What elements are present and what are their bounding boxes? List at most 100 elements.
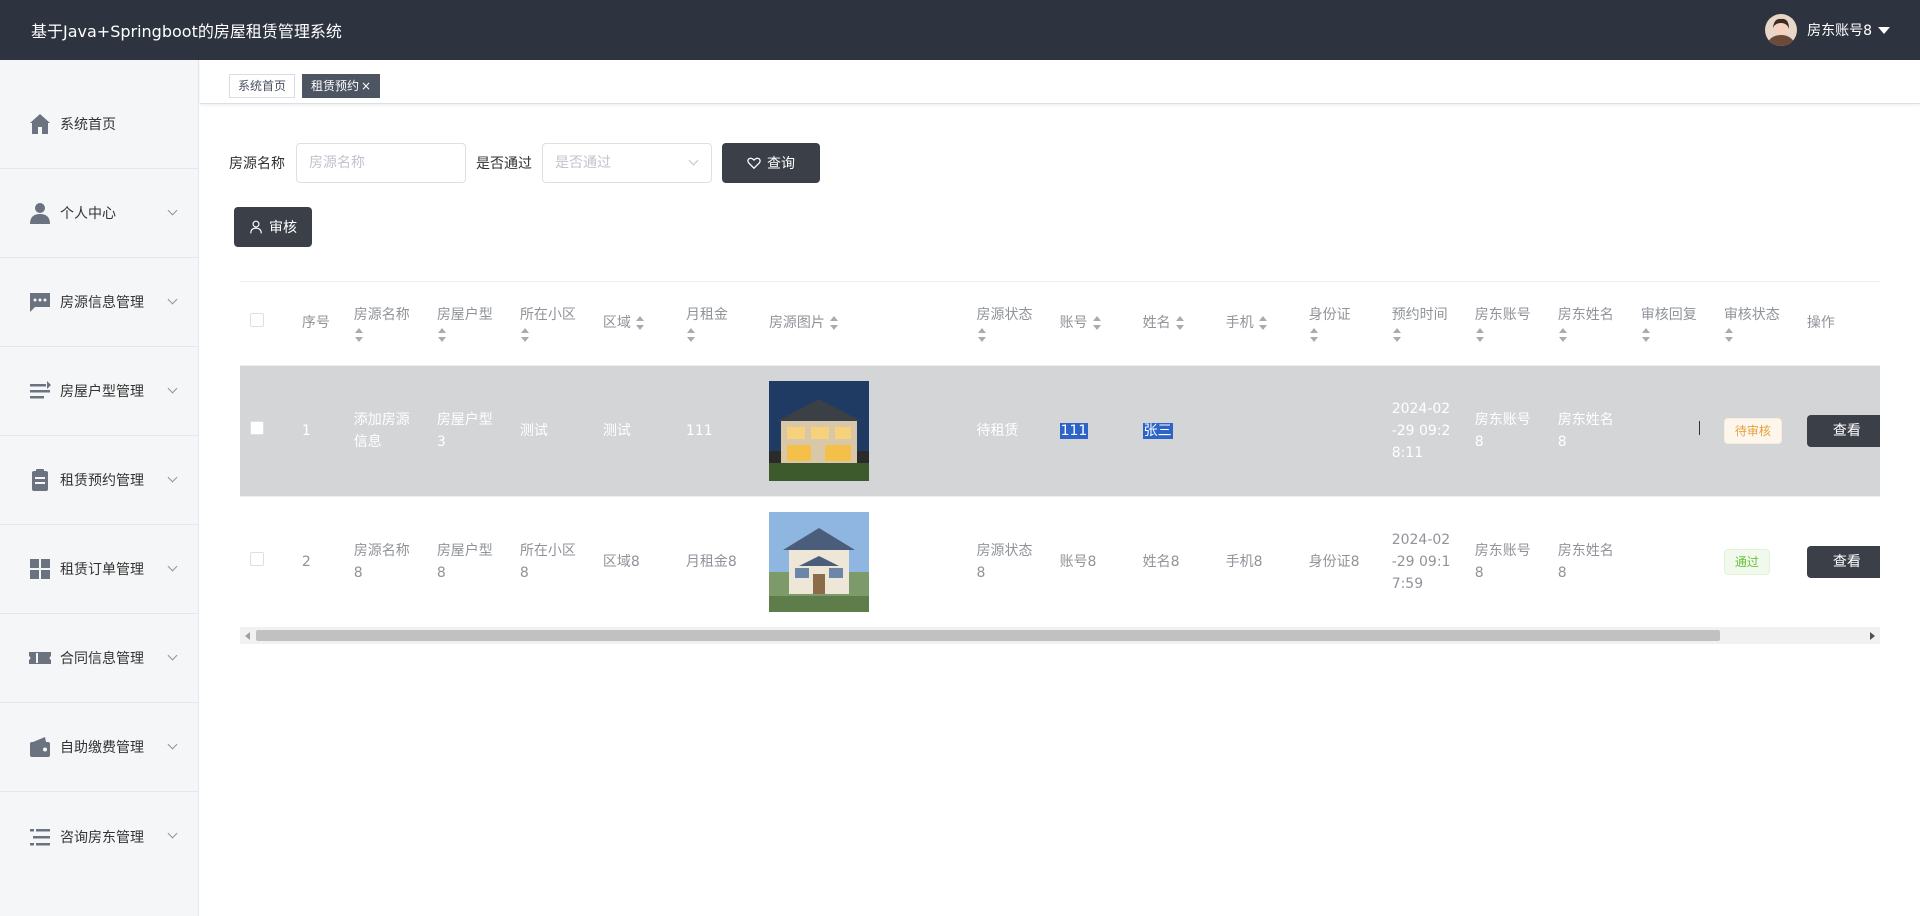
cell-status: 房源状态8: [966, 496, 1050, 628]
table-header[interactable]: 审核状态: [1713, 282, 1797, 366]
table-header[interactable]: 审核回复: [1630, 282, 1714, 366]
table-header[interactable]: 区域: [592, 282, 676, 366]
user-menu[interactable]: 房东账号8: [1765, 14, 1890, 46]
sort-icon[interactable]: [1724, 328, 1734, 343]
header-label: 账号: [1059, 315, 1088, 332]
view-button[interactable]: 查看: [1806, 414, 1880, 447]
data-table: 序号 房源名称 房屋户型 所在小区 区域 月租金 房源图片 房源状态 账号 姓名…: [240, 281, 1880, 644]
scroll-left-icon[interactable]: [245, 632, 250, 640]
sort-icon[interactable]: [1641, 328, 1651, 343]
sort-icon[interactable]: [1309, 328, 1319, 343]
table-row[interactable]: 1 添加房源信息 房屋户型3 测试 测试 111 待租赁 111 张三 2024…: [240, 365, 1880, 497]
sort-icon[interactable]: [1475, 328, 1485, 343]
cell-person: 姓名8: [1132, 496, 1216, 628]
cell-community: 所在小区8: [509, 496, 593, 628]
pass-select[interactable]: 是否通过: [542, 143, 712, 183]
sidebar-item-payment[interactable]: 自助缴费管理: [0, 703, 198, 792]
cell-person: 张三: [1132, 365, 1216, 497]
header-label: 房东姓名: [1557, 307, 1614, 324]
cell-area: 测试: [592, 365, 676, 497]
table-header[interactable]: 房源名称: [343, 282, 427, 366]
avatar: [1765, 14, 1798, 46]
sidebar-item-label: 咨询房东管理: [60, 829, 144, 846]
sidebar-item-label: 房屋户型管理: [60, 384, 144, 400]
cell-idcard: [1298, 365, 1382, 497]
sort-icon[interactable]: [437, 328, 447, 343]
table-header[interactable]: 房东账号: [1464, 282, 1548, 366]
cell-reply: [1630, 365, 1714, 497]
table-header[interactable]: 所在小区: [509, 282, 593, 366]
sort-icon[interactable]: [1092, 316, 1102, 331]
sidebar-item-house-info[interactable]: 房源信息管理: [0, 258, 198, 347]
cell-area: 区域8: [592, 496, 676, 628]
horizontal-scrollbar[interactable]: [240, 627, 1880, 644]
sidebar-item-personal[interactable]: 个人中心: [0, 169, 198, 258]
tab-label: 租赁预约: [311, 79, 360, 93]
sidebar-item-house-type[interactable]: 房屋户型管理: [0, 347, 198, 436]
sort-icon[interactable]: [520, 328, 530, 343]
row-checkbox[interactable]: [250, 420, 264, 435]
sort-icon[interactable]: [635, 316, 645, 331]
house-image[interactable]: [768, 380, 869, 481]
sort-icon[interactable]: [354, 328, 364, 343]
chevron-down-icon: [167, 650, 178, 661]
sort-icon[interactable]: [1558, 328, 1568, 343]
cell-time: 2024-02-29 09:17:59: [1381, 496, 1465, 628]
header-label: 房东账号: [1474, 307, 1531, 324]
sort-icon[interactable]: [1175, 316, 1185, 331]
user-icon: [250, 220, 262, 234]
grid-icon: [28, 557, 52, 581]
query-button[interactable]: 查询: [722, 143, 820, 183]
audit-button[interactable]: 审核: [234, 207, 312, 247]
house-name-label: 房源名称: [229, 156, 285, 172]
house-image[interactable]: [768, 511, 869, 612]
table-header[interactable]: 房源状态: [966, 282, 1050, 366]
scroll-right-icon[interactable]: [1870, 632, 1875, 640]
select-all-checkbox[interactable]: [250, 313, 264, 328]
header-label: 手机: [1225, 315, 1254, 332]
cell-status: 待租赁: [966, 365, 1050, 497]
table-header[interactable]: 身份证: [1298, 282, 1382, 366]
table-header[interactable]: 姓名: [1132, 282, 1216, 366]
table-header[interactable]: 房源图片: [758, 282, 967, 366]
sort-icon[interactable]: [829, 316, 839, 331]
close-icon[interactable]: ×: [361, 79, 371, 93]
chevron-down-icon: [167, 205, 178, 216]
table-row[interactable]: 2 房源名称8 房屋户型8 所在小区8 区域8 月租金8 房源状态8 账号8 姓…: [240, 496, 1880, 628]
house-name-input[interactable]: 房源名称: [296, 143, 466, 183]
sidebar-item-home[interactable]: 系统首页: [0, 80, 198, 169]
header-label: 月租金: [685, 307, 728, 324]
scrollbar-thumb[interactable]: [256, 630, 1720, 641]
table-header[interactable]: 预约时间: [1381, 282, 1465, 366]
row-checkbox[interactable]: [250, 551, 264, 566]
menu-icon: [28, 825, 52, 849]
user-icon: [28, 201, 52, 225]
selected-text: 111: [1059, 422, 1089, 439]
sidebar-item-rental-booking[interactable]: 租赁预约管理: [0, 436, 198, 525]
tab-home[interactable]: 系统首页: [229, 74, 296, 98]
wallet-icon: [28, 735, 52, 759]
table-header[interactable]: 房东姓名: [1547, 282, 1631, 366]
sort-icon[interactable]: [1258, 316, 1268, 331]
sidebar-item-contract[interactable]: 合同信息管理: [0, 614, 198, 703]
chevron-down-icon: [688, 155, 699, 166]
table-header[interactable]: 手机: [1215, 282, 1299, 366]
table-header[interactable]: 月租金: [675, 282, 759, 366]
cell-account: 111: [1049, 365, 1133, 497]
user-name: 房东账号8: [1807, 23, 1872, 39]
sidebar-item-consult[interactable]: 咨询房东管理: [0, 792, 198, 881]
sort-icon[interactable]: [977, 328, 987, 343]
table-header[interactable]: 房屋户型: [426, 282, 510, 366]
table-header[interactable]: 账号: [1049, 282, 1133, 366]
tab-rental-booking[interactable]: 租赁预约 ×: [302, 74, 381, 98]
header-label: 所在小区: [519, 307, 576, 324]
cell-name: 添加房源信息: [343, 365, 427, 497]
cell-time: 2024-02-29 09:28:11: [1381, 365, 1465, 497]
chevron-down-icon: [167, 472, 178, 483]
header-checkbox-cell: [240, 282, 292, 366]
sidebar-item-rental-order[interactable]: 租赁订单管理: [0, 525, 198, 614]
pass-label: 是否通过: [476, 156, 532, 172]
sort-icon[interactable]: [1392, 328, 1402, 343]
sort-icon[interactable]: [686, 328, 696, 343]
view-button[interactable]: 查看: [1806, 545, 1880, 578]
